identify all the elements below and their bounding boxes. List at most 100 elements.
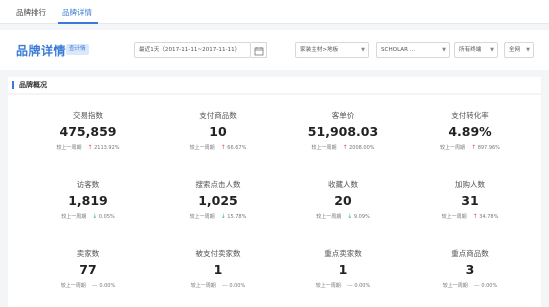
metric-compare: 较上一周期 ↑ 66.67% — [148, 144, 288, 151]
section-marker — [12, 81, 14, 89]
compare-label: 较上一周期 — [311, 145, 337, 151]
metric-sellers: 卖家数 77 较上一周期 — 0.00% — [18, 248, 158, 289]
metric-label: 被支付卖家数 — [195, 249, 241, 258]
metric-compare: 较上一周期 — 0.00% — [18, 282, 158, 289]
brand-overview-panel: 交易指数 475,859 较上一周期 ↑ 2113.92% 支付商品数 10 较上… — [8, 95, 541, 307]
metric-value: 4.89% — [448, 124, 492, 139]
metric-label: 加购人数 — [455, 180, 485, 189]
compare-label: 较上一周期 — [56, 145, 82, 151]
metric-value: 1 — [338, 262, 348, 277]
title-badge: 查计情 — [66, 44, 89, 55]
metric-label: 搜索点击人数 — [195, 180, 241, 189]
chevron-down-icon: ▼ — [361, 47, 365, 53]
tab-brand-details[interactable]: 品牌详情 — [62, 7, 92, 18]
metric-label: 卖家数 — [76, 249, 100, 258]
compare-label: 较上一周期 — [442, 283, 468, 289]
compare-label: 较上一周期 — [189, 145, 215, 151]
metric-label: 交易指数 — [73, 111, 103, 120]
change-value: 0.05% — [98, 214, 115, 220]
trend-flat-icon: — — [91, 282, 98, 289]
compare-label: 较上一周期 — [315, 283, 341, 289]
metric-compare: 较上一周期 — 0.00% — [400, 282, 540, 289]
brand-select[interactable]: SCHOLAR ... ▼ — [376, 42, 450, 58]
metric-value: 31 — [461, 193, 479, 208]
metric-value: 475,859 — [59, 124, 117, 139]
metric-visitors: 访客数 1,819 较上一周期 ↓ 0.05% — [18, 179, 158, 220]
region-value: 全网 — [509, 47, 521, 53]
compare-label: 较上一周期 — [61, 214, 87, 220]
section-title: 品牌概况 — [19, 81, 47, 89]
metric-favorites: 收藏人数 20 较上一周期 ↓ 9.09% — [273, 179, 413, 220]
metric-search-clicks: 搜索点击人数 1,025 较上一周期 ↓ 15.78% — [148, 179, 288, 220]
change-value: 0.00% — [481, 283, 498, 289]
change-value: 0.00% — [354, 283, 371, 289]
metric-value: 51,908.03 — [307, 124, 379, 139]
metric-compare: 较上一周期 ↓ 0.05% — [18, 213, 158, 220]
change-value: 2113.92% — [94, 145, 120, 151]
tab-brand-ranking[interactable]: 品牌排行 — [16, 7, 46, 18]
change-value: 34.78% — [479, 214, 499, 220]
compare-label: 较上一周期 — [440, 145, 466, 151]
trend-flat-icon: — — [473, 282, 480, 289]
metric-value: 1,025 — [198, 193, 238, 208]
date-range-value: 最近1天（2017-11-11~2017-11-11） — [139, 47, 241, 53]
calendar-button[interactable] — [251, 42, 267, 58]
metric-key-items: 重点商品数 3 较上一周期 — 0.00% — [400, 248, 540, 289]
trend-down-icon: ↓ — [220, 213, 226, 220]
metric-compare: 较上一周期 — 0.00% — [148, 282, 288, 289]
metric-value: 20 — [334, 193, 352, 208]
category-select[interactable]: 家装主材>地板 ▼ — [295, 42, 369, 58]
region-select[interactable]: 全网 ▼ — [504, 42, 534, 58]
change-value: 897.96% — [477, 145, 500, 151]
metric-key-sellers: 重点卖家数 1 较上一周期 — 0.00% — [273, 248, 413, 289]
compare-label: 较上一周期 — [189, 214, 215, 220]
metric-label: 支付商品数 — [199, 111, 237, 120]
metric-label: 访客数 — [76, 180, 100, 189]
category-value: 家装主材>地板 — [300, 47, 339, 53]
metric-label: 重点商品数 — [451, 249, 489, 258]
trend-flat-icon: — — [346, 282, 353, 289]
change-value: 0.00% — [229, 283, 246, 289]
trend-up-icon: ↑ — [87, 144, 93, 151]
metric-compare: 较上一周期 ↓ 9.09% — [273, 213, 413, 220]
metric-value: 10 — [209, 124, 227, 139]
trend-up-icon: ↑ — [342, 144, 348, 151]
metric-compare: 较上一周期 ↑ 897.96% — [400, 144, 540, 151]
terminal-select[interactable]: 所有终端 ▼ — [454, 42, 498, 58]
terminal-value: 所有终端 — [459, 47, 482, 53]
metric-value: 3 — [465, 262, 475, 277]
section-header: 品牌概况 — [8, 77, 541, 93]
page-title: 品牌详情 — [16, 44, 67, 58]
change-value: 2008.00% — [349, 145, 375, 151]
brand-value: SCHOLAR ... — [381, 47, 416, 53]
compare-label: 较上一周期 — [441, 214, 467, 220]
metric-paid-items: 支付商品数 10 较上一周期 ↑ 66.67% — [148, 110, 288, 151]
active-tab-indicator — [58, 22, 98, 24]
trend-down-icon: ↓ — [347, 213, 353, 220]
toolbar: 品牌详情 查计情 最近1天（2017-11-11~2017-11-11） 家装主… — [0, 30, 549, 70]
metric-trade-index: 交易指数 475,859 较上一周期 ↑ 2113.92% — [18, 110, 158, 151]
metric-compare: 较上一周期 — 0.00% — [273, 282, 413, 289]
metric-value: 77 — [79, 262, 97, 277]
chevron-down-icon: ▼ — [526, 47, 530, 53]
chevron-down-icon: ▼ — [490, 47, 494, 53]
change-value: 66.67% — [227, 145, 247, 151]
compare-label: 较上一周期 — [60, 283, 86, 289]
metric-avg-order-value: 客单价 51,908.03 较上一周期 ↑ 2008.00% — [273, 110, 413, 151]
change-value: 9.09% — [353, 214, 370, 220]
trend-up-icon: ↑ — [220, 144, 226, 151]
metric-label: 客单价 — [331, 111, 355, 120]
compare-label: 较上一周期 — [316, 214, 342, 220]
top-nav: 品牌排行 品牌详情 — [0, 0, 549, 24]
trend-up-icon: ↑ — [472, 213, 478, 220]
metric-compare: 较上一周期 ↑ 2008.00% — [273, 144, 413, 151]
change-value: 0.00% — [99, 283, 116, 289]
change-value: 15.78% — [227, 214, 247, 220]
calendar-icon — [254, 47, 264, 56]
date-range-select[interactable]: 最近1天（2017-11-11~2017-11-11） — [134, 42, 251, 58]
metric-compare: 较上一周期 ↓ 15.78% — [148, 213, 288, 220]
metric-compare: 较上一周期 ↑ 2113.92% — [18, 144, 158, 151]
trend-down-icon: ↓ — [92, 213, 98, 220]
trend-up-icon: ↑ — [471, 144, 477, 151]
metric-add-to-cart: 加购人数 31 较上一周期 ↑ 34.78% — [400, 179, 540, 220]
